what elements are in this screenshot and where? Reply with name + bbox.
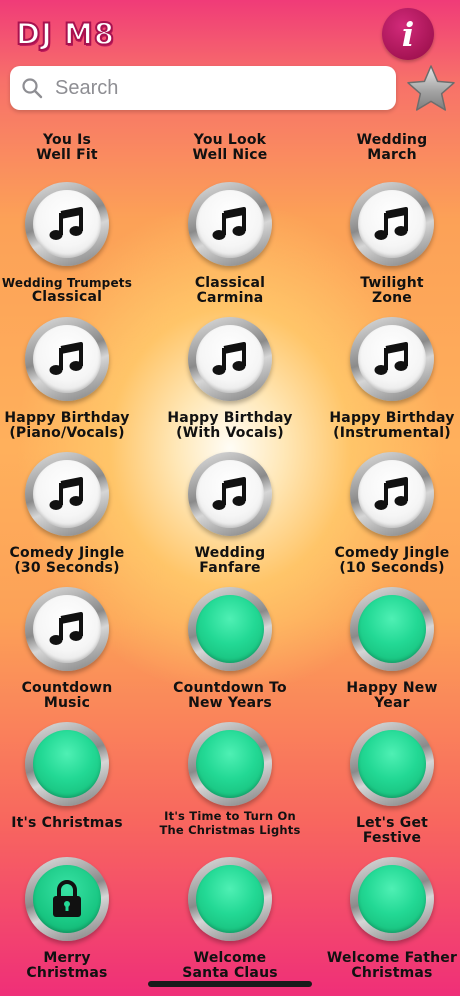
sound-item[interactable]: It's Christmas xyxy=(0,722,142,857)
sound-item[interactable]: Twilight Zone xyxy=(317,182,460,317)
sound-item[interactable]: Countdown To New Years xyxy=(155,587,305,722)
green-button-face xyxy=(196,865,264,933)
green-button-face xyxy=(196,595,264,663)
sound-button[interactable] xyxy=(188,317,272,401)
sound-item[interactable]: It's Time to Turn On The Christmas Lights xyxy=(155,722,305,857)
green-button-face xyxy=(358,865,426,933)
info-button[interactable]: i xyxy=(382,8,434,60)
home-indicator xyxy=(148,981,312,987)
sound-label: Happy Birthday (With Vocals) xyxy=(167,410,293,441)
sound-button[interactable] xyxy=(25,587,109,671)
sound-button[interactable] xyxy=(350,182,434,266)
sound-item[interactable]: Happy New Year xyxy=(317,587,460,722)
sound-label: Wedding Trumpets Classical xyxy=(1,276,133,305)
music-note-icon xyxy=(374,342,408,375)
sound-label: Twilight Zone xyxy=(360,275,424,306)
sound-label: You Is Well Fit xyxy=(36,132,98,163)
sound-item[interactable]: Happy Birthday (Piano/Vocals) xyxy=(0,317,142,452)
sound-button[interactable] xyxy=(350,452,434,536)
sound-item[interactable]: Classical Carmina xyxy=(155,182,305,317)
sound-label: Comedy Jingle (10 Seconds) xyxy=(334,545,450,576)
sound-button[interactable] xyxy=(350,857,434,941)
sound-label: Wedding March xyxy=(356,132,428,163)
sound-label: Merry Christmas xyxy=(26,950,108,981)
green-button-face xyxy=(358,730,426,798)
search-bar[interactable] xyxy=(10,66,396,110)
sound-item[interactable]: Merry Christmas xyxy=(0,857,142,992)
sound-button[interactable] xyxy=(188,452,272,536)
info-icon: i xyxy=(401,14,415,54)
sound-button[interactable] xyxy=(188,587,272,671)
sound-item[interactable]: Welcome Father Christmas xyxy=(317,857,460,992)
green-button-face xyxy=(33,730,101,798)
sound-label: Countdown To New Years xyxy=(173,680,287,711)
sound-item[interactable]: Happy Birthday (Instrumental) xyxy=(317,317,460,452)
sound-button[interactable] xyxy=(188,182,272,266)
sound-item[interactable]: Countdown Music xyxy=(0,587,142,722)
sound-item[interactable]: Welcome Santa Claus xyxy=(155,857,305,992)
sound-item[interactable]: Let's Get Festive xyxy=(317,722,460,857)
sound-button[interactable] xyxy=(25,722,109,806)
music-note-icon xyxy=(49,612,83,645)
sound-label: You Look Well Nice xyxy=(192,132,268,163)
music-note-icon xyxy=(212,207,246,240)
sound-label: Comedy Jingle (30 Seconds) xyxy=(9,545,125,576)
sound-label: Let's Get Festive xyxy=(355,815,429,846)
sound-button[interactable] xyxy=(350,587,434,671)
sound-label: Welcome Santa Claus xyxy=(182,950,278,981)
music-note-icon xyxy=(49,342,83,375)
sound-label: It's Christmas xyxy=(11,815,123,831)
sound-button[interactable] xyxy=(25,317,109,401)
app-title: DJ M8 xyxy=(15,16,115,52)
sound-label: Welcome Father Christmas xyxy=(326,950,458,981)
music-note-icon xyxy=(212,342,246,375)
sound-button[interactable] xyxy=(25,452,109,536)
music-note-icon xyxy=(49,477,83,510)
search-input[interactable] xyxy=(55,76,396,100)
green-button-face xyxy=(358,595,426,663)
sound-button[interactable] xyxy=(188,857,272,941)
sound-label: It's Time to Turn On The Christmas Lights xyxy=(159,809,301,837)
green-button-face xyxy=(196,730,264,798)
sound-button-locked[interactable] xyxy=(25,857,109,941)
music-note-icon xyxy=(374,477,408,510)
sound-label: Happy Birthday (Instrumental) xyxy=(329,410,455,441)
music-note-icon xyxy=(49,207,83,240)
sound-label: Classical Carmina xyxy=(194,275,266,306)
music-note-icon xyxy=(374,207,408,240)
sound-item[interactable]: Happy Birthday (With Vocals) xyxy=(155,317,305,452)
sound-label: Countdown Music xyxy=(21,680,113,711)
sound-button[interactable] xyxy=(350,317,434,401)
music-note-icon xyxy=(212,477,246,510)
sound-button[interactable] xyxy=(25,182,109,266)
sound-item[interactable]: Comedy Jingle (30 Seconds) xyxy=(0,452,142,587)
sound-button[interactable] xyxy=(188,722,272,806)
sound-label: Happy New Year xyxy=(346,680,438,711)
lock-icon xyxy=(53,880,81,917)
star-icon[interactable] xyxy=(405,63,457,115)
sound-label: Happy Birthday (Piano/Vocals) xyxy=(4,410,130,441)
sound-button[interactable] xyxy=(350,722,434,806)
sound-grid: You Is Well Fit You Look Well Nice Wedding… xyxy=(0,0,460,996)
search-icon xyxy=(22,78,43,99)
sound-item[interactable]: Comedy Jingle (10 Seconds) xyxy=(317,452,460,587)
sound-label: Wedding Fanfare xyxy=(194,545,266,576)
sound-item[interactable]: Wedding Fanfare xyxy=(155,452,305,587)
sound-item[interactable]: Wedding Trumpets Classical xyxy=(0,182,142,317)
